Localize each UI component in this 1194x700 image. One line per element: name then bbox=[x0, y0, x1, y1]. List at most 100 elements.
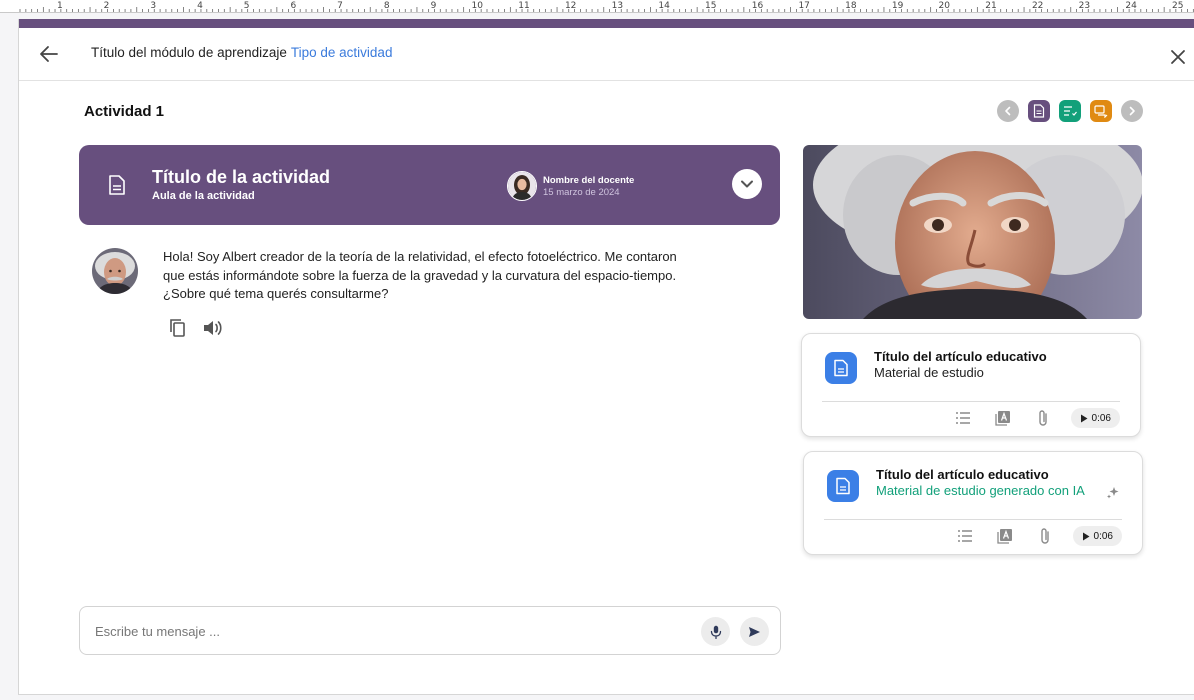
copy-button[interactable] bbox=[169, 318, 187, 338]
albert-avatar-photo bbox=[92, 248, 138, 294]
activity-date: 15 marzo de 2024 bbox=[543, 187, 620, 198]
document-icon bbox=[1033, 104, 1045, 118]
nav-prev-button[interactable] bbox=[997, 100, 1019, 122]
breadcrumb: Título del módulo de aprendizaje Tipo de … bbox=[91, 45, 392, 60]
message-input[interactable] bbox=[93, 619, 677, 643]
ruler-number: 1 bbox=[57, 1, 63, 11]
resource-tools: 0:06 bbox=[933, 408, 1120, 428]
microphone-icon bbox=[710, 625, 721, 639]
expand-button[interactable] bbox=[732, 169, 762, 199]
sparkle-icon bbox=[1107, 487, 1119, 499]
ruler-number: 21 bbox=[985, 1, 996, 11]
ruler-number: 12 bbox=[565, 1, 576, 11]
translate-button[interactable] bbox=[995, 526, 1015, 546]
text-image-icon bbox=[996, 529, 1012, 544]
play-icon bbox=[1082, 532, 1090, 540]
resource-card[interactable]: Título del artículo educativo Material d… bbox=[801, 333, 1141, 437]
resource-title: Título del artículo educativo bbox=[874, 349, 1047, 364]
document-icon bbox=[109, 175, 125, 195]
resource-icon bbox=[827, 470, 859, 502]
list-icon bbox=[955, 412, 970, 424]
summary-button[interactable] bbox=[953, 408, 973, 428]
attachment-button[interactable] bbox=[1033, 408, 1053, 428]
ruler-number: 20 bbox=[939, 1, 951, 11]
checklist-icon bbox=[1064, 106, 1077, 116]
character-portrait bbox=[803, 145, 1142, 319]
list-icon bbox=[957, 530, 972, 542]
module-title: Título del módulo de aprendizaje bbox=[91, 45, 287, 60]
activity-type-link[interactable]: Tipo de actividad bbox=[291, 45, 393, 60]
audio-duration: 0:06 bbox=[1091, 412, 1111, 424]
text-image-icon bbox=[994, 411, 1010, 426]
arrow-left-icon bbox=[40, 46, 58, 62]
send-button[interactable] bbox=[740, 617, 769, 646]
ruler-number: 11 bbox=[518, 1, 529, 11]
audio-play-button[interactable]: 0:06 bbox=[1070, 408, 1120, 428]
ruler-number: 13 bbox=[612, 1, 623, 11]
chevron-left-icon bbox=[1005, 106, 1011, 116]
ruler-number: 22 bbox=[1032, 1, 1043, 11]
ruler-number: 14 bbox=[658, 1, 670, 11]
ruler-number: 7 bbox=[337, 1, 343, 11]
teacher-photo bbox=[508, 172, 536, 200]
ruler-number: 8 bbox=[384, 1, 390, 11]
ruler: 1 2 3 4 5 6 7 8 9 10 11 12 13 14 15 16 17 18 19 20 21 22 23 24 2… bbox=[0, 0, 1194, 13]
ruler-number: 4 bbox=[197, 1, 203, 11]
teacher-avatar bbox=[507, 171, 537, 201]
ruler-number: 25 bbox=[1172, 1, 1183, 11]
activity-label: Actividad 1 bbox=[84, 103, 165, 120]
learning-window: Título del módulo de aprendizaje Tipo de … bbox=[18, 19, 1194, 695]
nav-next-button[interactable] bbox=[1121, 100, 1143, 122]
ruler-number: 9 bbox=[431, 1, 437, 11]
speaker-icon bbox=[204, 321, 222, 335]
microphone-button[interactable] bbox=[701, 617, 730, 646]
resource-title: Título del artículo educativo bbox=[876, 467, 1049, 482]
ruler-number: 16 bbox=[752, 1, 764, 11]
activity-classroom: Aula de la actividad bbox=[152, 190, 255, 202]
activity-title: Título de la actividad bbox=[152, 167, 331, 187]
audio-duration: 0:06 bbox=[1093, 530, 1113, 542]
ruler-number: 19 bbox=[892, 1, 904, 11]
top-bar: Título del módulo de aprendizaje Tipo de … bbox=[19, 28, 1194, 81]
play-icon bbox=[1080, 414, 1088, 422]
message-composer bbox=[79, 606, 781, 655]
chevron-right-icon bbox=[1129, 106, 1135, 116]
paperclip-icon bbox=[1040, 528, 1049, 544]
ruler-number: 10 bbox=[472, 1, 484, 11]
ruler-number: 2 bbox=[104, 1, 110, 11]
resource-tools: 0:06 bbox=[935, 526, 1122, 546]
ruler-number: 5 bbox=[244, 1, 250, 11]
chat-icon bbox=[1094, 104, 1108, 118]
summary-button[interactable] bbox=[955, 526, 975, 546]
copy-icon bbox=[170, 319, 185, 337]
translate-button[interactable] bbox=[993, 408, 1013, 428]
ruler-number: 17 bbox=[798, 1, 809, 11]
bot-avatar bbox=[92, 248, 138, 294]
nav-document-button[interactable] bbox=[1028, 100, 1050, 122]
resource-card-ai[interactable]: Título del artículo educativo Material d… bbox=[803, 451, 1143, 555]
ruler-number: 23 bbox=[1079, 1, 1090, 11]
resource-subtitle: Material de estudio bbox=[874, 365, 984, 380]
accent-bar bbox=[19, 19, 1194, 28]
divider bbox=[824, 519, 1122, 520]
chevron-down-icon bbox=[741, 180, 753, 188]
back-button[interactable] bbox=[37, 42, 61, 66]
ruler-scale: 1 2 3 4 5 6 7 8 9 10 11 12 13 14 15 16 17 18 19 20 21 22 23 24 2… bbox=[19, 1, 1194, 12]
ruler-number: 3 bbox=[150, 1, 156, 11]
document-icon bbox=[836, 477, 850, 495]
audio-play-button[interactable]: 0:06 bbox=[1072, 526, 1122, 546]
ruler-number: 24 bbox=[1125, 1, 1137, 11]
close-icon bbox=[1171, 50, 1185, 64]
close-button[interactable] bbox=[1169, 48, 1187, 66]
ruler-number: 6 bbox=[290, 1, 296, 11]
bot-message: Hola! Soy Albert creador de la teoría de… bbox=[163, 249, 677, 301]
paperclip-icon bbox=[1038, 410, 1047, 426]
ruler-number: 18 bbox=[845, 1, 857, 11]
albert-portrait-image bbox=[803, 145, 1142, 319]
nav-checklist-button[interactable] bbox=[1059, 100, 1081, 122]
read-aloud-button[interactable] bbox=[202, 318, 224, 338]
nav-chat-button[interactable] bbox=[1090, 100, 1112, 122]
resource-icon bbox=[825, 352, 857, 384]
attachment-button[interactable] bbox=[1035, 526, 1055, 546]
activity-card: Título de la actividad Aula de la activi… bbox=[79, 145, 780, 225]
